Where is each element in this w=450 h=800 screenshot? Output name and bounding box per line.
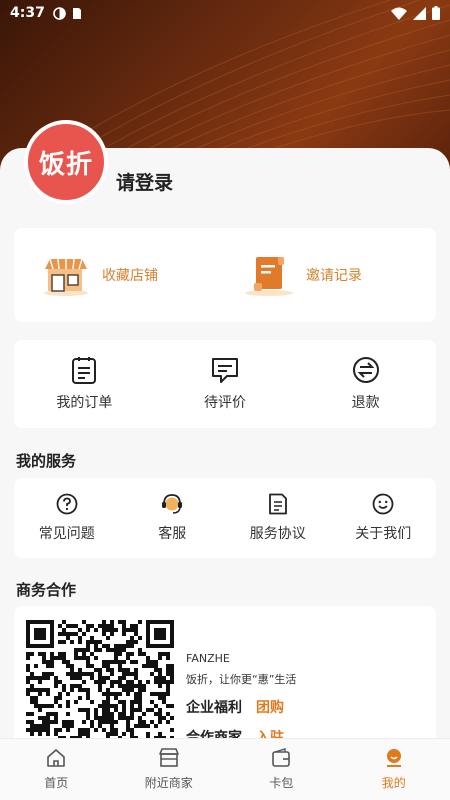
orders-card: 我的订单 待评价 退款	[14, 340, 436, 428]
service-agreement-label: 服务协议	[249, 526, 306, 542]
my-orders-label: 我的订单	[56, 395, 113, 411]
tab-wallet[interactable]: 卡包	[225, 739, 338, 800]
tab-nearby-label: 附近商家	[144, 776, 193, 790]
favorite-stores-button[interactable]: 收藏店铺	[14, 228, 234, 322]
comment-icon	[212, 358, 238, 383]
welfare-value: 团购	[256, 700, 284, 716]
question-icon	[56, 493, 78, 515]
tab-mine-label: 我的	[381, 776, 406, 790]
pending-review-label: 待评价	[204, 395, 246, 411]
about-us-button[interactable]: 关于我们	[331, 478, 437, 558]
shop-icon	[158, 748, 179, 767]
invite-records-button[interactable]: 邀请记录	[234, 228, 436, 322]
wifi-icon	[391, 7, 407, 20]
customer-service-button[interactable]: 客服	[120, 478, 226, 558]
scroll-icon	[245, 257, 293, 296]
refund-button[interactable]: 退款	[295, 340, 436, 428]
business-info: FANZHE 饭折，让你更“惠”生活 企业福利 团购 合作商家 入驻	[186, 652, 296, 746]
order-list-icon	[72, 357, 97, 384]
status-bar: 4:37	[0, 0, 450, 26]
sim-card-icon	[72, 7, 81, 19]
invite-records-label: 邀请记录	[306, 268, 362, 284]
tab-nearby[interactable]: 附近商家	[113, 739, 226, 800]
service-agreement-button[interactable]: 服务协议	[225, 478, 331, 558]
welfare-key: 企业福利	[186, 700, 242, 716]
profile-icon	[386, 749, 401, 767]
business-slogan: 饭折，让你更“惠”生活	[186, 673, 297, 686]
refund-icon	[352, 357, 379, 383]
favorite-stores-label: 收藏店铺	[102, 268, 158, 284]
tab-wallet-label: 卡包	[269, 776, 294, 790]
store-icon	[44, 258, 88, 296]
wallet-icon	[272, 748, 291, 767]
services-title: 我的服务	[16, 452, 77, 470]
my-orders-button[interactable]: 我的订单	[14, 340, 155, 428]
bottom-tab-bar: 首页 附近商家 卡包 我的	[0, 738, 450, 800]
about-us-label: 关于我们	[355, 526, 412, 542]
refund-label: 退款	[351, 395, 380, 411]
faq-button[interactable]: 常见问题	[14, 478, 120, 558]
avatar-text: 饭折	[38, 149, 93, 180]
services-card: 常见问题 客服 服务协议 关于我们	[14, 478, 436, 558]
business-brand: FANZHE	[186, 652, 230, 665]
avatar[interactable]: 饭折	[24, 120, 108, 204]
pending-review-button[interactable]: 待评价	[155, 340, 296, 428]
status-time: 4:37	[10, 5, 45, 21]
home-icon	[47, 749, 66, 767]
business-title: 商务合作	[16, 581, 77, 599]
business-card: FANZHE 饭折，让你更“惠”生活 企业福利 团购 合作商家 入驻	[14, 606, 436, 746]
business-row-welfare: 企业福利 团购	[186, 697, 296, 717]
tab-mine[interactable]: 我的	[338, 739, 450, 800]
headset-icon	[162, 494, 183, 514]
tab-home[interactable]: 首页	[0, 739, 113, 800]
login-link[interactable]: 请登录	[116, 168, 173, 195]
signal-icon	[413, 6, 426, 20]
battery-icon	[432, 6, 440, 20]
customer-service-label: 客服	[158, 526, 187, 542]
qr-code-image[interactable]	[26, 620, 174, 746]
faq-label: 常见问题	[38, 526, 95, 542]
document-icon	[268, 493, 287, 515]
tab-home-label: 首页	[44, 776, 69, 790]
data-saver-icon	[53, 6, 66, 20]
favorites-card: 收藏店铺 邀请记录	[14, 228, 436, 322]
smiley-icon	[372, 493, 394, 515]
